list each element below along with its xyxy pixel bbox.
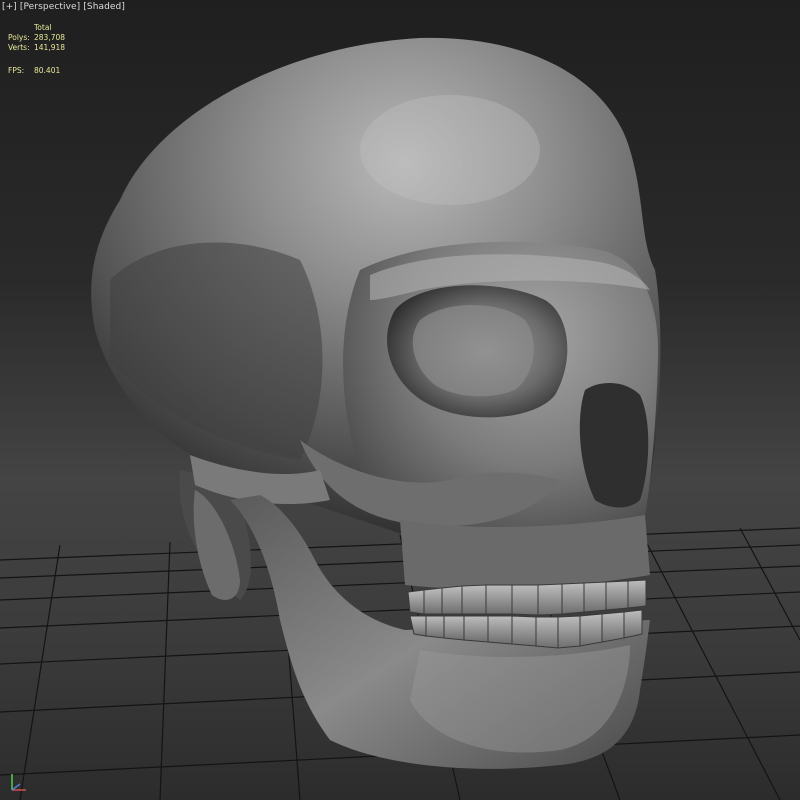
viewport-menu-button[interactable]: [+]: [2, 2, 17, 12]
forehead-highlight: [360, 95, 540, 205]
viewport[interactable]: [+] [Perspective] [Shaded] Total Polys: 2…: [0, 0, 800, 800]
xyz-axis-icon: [11, 774, 26, 791]
stats-fps-row: FPS: 80.401: [8, 66, 60, 76]
stats-polys-row: Polys: 283,708: [8, 33, 65, 43]
viewport-label: [+] [Perspective] [Shaded]: [2, 2, 125, 12]
polys-value: 283,708: [34, 33, 66, 42]
scene[interactable]: [0, 0, 800, 800]
skull-model[interactable]: [91, 37, 661, 769]
stats-header: Total: [34, 23, 52, 32]
fps-value: 80.401: [34, 66, 61, 75]
view-mode-button[interactable]: [Perspective]: [20, 2, 80, 12]
temporal-shadow: [110, 242, 323, 460]
verts-value: 141,918: [34, 43, 66, 52]
polys-label: Polys:: [8, 33, 30, 42]
stats-verts-row: Verts: 141,918: [8, 43, 65, 53]
shading-mode-button[interactable]: [Shaded]: [83, 2, 125, 12]
fps-label: FPS:: [8, 66, 25, 75]
verts-label: Verts:: [8, 43, 30, 52]
